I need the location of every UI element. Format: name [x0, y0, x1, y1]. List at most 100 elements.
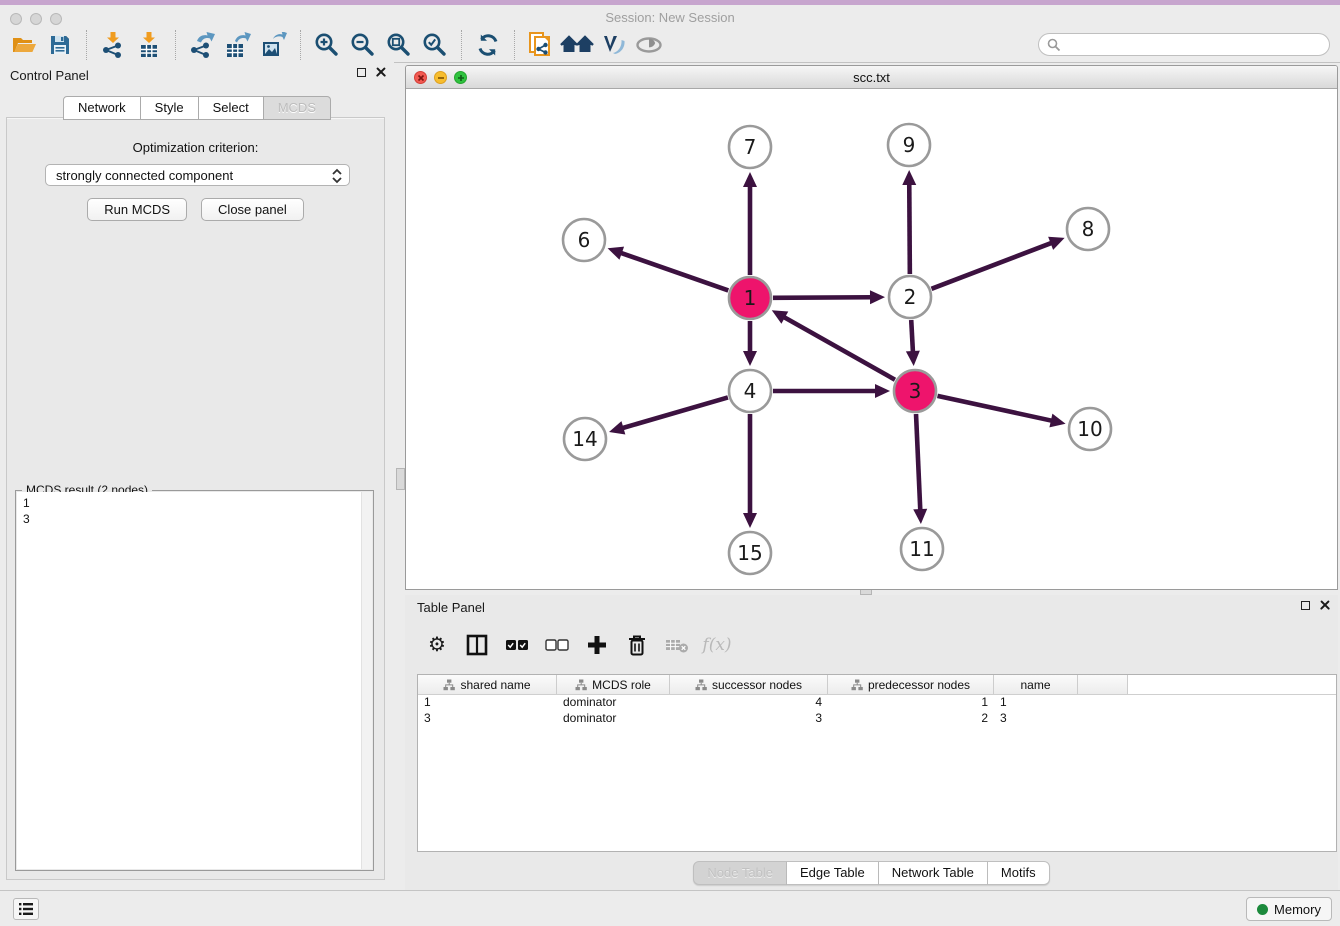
network-window-titlebar[interactable]: scc.txt	[406, 66, 1337, 89]
export-network-icon[interactable]	[184, 29, 220, 61]
table-panel-title: Table Panel	[417, 600, 485, 615]
home-layout-icon[interactable]	[559, 29, 595, 61]
graph-edge-3-11[interactable]	[916, 414, 920, 511]
clone-network-icon[interactable]	[523, 29, 559, 61]
network-view-window: scc.txt 7968124314101511	[405, 65, 1338, 590]
task-history-button[interactable]	[13, 898, 39, 920]
vertical-splitter-handle[interactable]	[396, 468, 405, 490]
node-label-15: 15	[737, 541, 762, 565]
tab-network-table[interactable]: Network Table	[879, 861, 988, 885]
cell-successor-nodes[interactable]: 3	[670, 711, 828, 727]
hide-selected-icon[interactable]	[631, 29, 667, 61]
node-label-6: 6	[578, 228, 591, 252]
column-label: successor nodes	[712, 678, 802, 692]
edge-arrowhead	[875, 384, 890, 398]
network-canvas[interactable]: 7968124314101511	[406, 89, 1337, 589]
graph-edge-1-6[interactable]	[620, 253, 728, 291]
memory-label: Memory	[1274, 902, 1321, 917]
cell-shared-name[interactable]: 3	[418, 711, 557, 727]
memory-status-icon	[1257, 904, 1268, 915]
node-label-11: 11	[909, 537, 934, 561]
graph-edge-3-10[interactable]	[937, 396, 1052, 421]
zoom-in-icon[interactable]	[309, 29, 345, 61]
export-image-icon[interactable]	[256, 29, 292, 61]
run-mcds-button[interactable]: Run MCDS	[87, 198, 187, 221]
tab-motifs[interactable]: Motifs	[988, 861, 1050, 885]
edge-arrowhead	[1049, 414, 1065, 428]
graph-edge-2-3[interactable]	[911, 320, 913, 353]
mcds-result-field: MCDS result (2 nodes) 13	[15, 490, 374, 871]
show-columns-icon[interactable]	[463, 631, 491, 659]
graph-edge-2-9[interactable]	[909, 183, 910, 274]
column-header-predecessor-nodes[interactable]: predecessor nodes	[828, 675, 994, 694]
orgchart-icon	[851, 679, 863, 691]
column-header-successor-nodes[interactable]: successor nodes	[670, 675, 828, 694]
criterion-value: strongly connected component	[56, 168, 233, 183]
control-panel-tabs: NetworkStyleSelectMCDS	[0, 96, 394, 120]
edge-arrowhead	[743, 351, 757, 366]
table-header-row: shared name MCDS role successor nodes prede…	[418, 675, 1336, 695]
zoom-selected-icon[interactable]	[417, 29, 453, 61]
mcds-result-text[interactable]: 13	[17, 492, 372, 869]
save-session-icon[interactable]	[42, 29, 78, 61]
column-header-mcds-role[interactable]: MCDS role	[557, 675, 670, 694]
float-table-panel-icon[interactable]	[1301, 601, 1310, 610]
refresh-view-icon[interactable]	[470, 29, 506, 61]
node-table[interactable]: shared name MCDS role successor nodes prede…	[417, 674, 1337, 852]
network-title: scc.txt	[406, 70, 1337, 85]
import-table-icon[interactable]	[131, 29, 167, 61]
cell-predecessor-nodes[interactable]: 1	[828, 695, 994, 711]
table-row[interactable]: 3dominator323	[418, 711, 1336, 727]
table-row[interactable]: 1dominator411	[418, 695, 1336, 711]
select-all-icon[interactable]	[503, 631, 531, 659]
application-window: Session: New Session	[0, 0, 1340, 926]
cell-name[interactable]: 1	[994, 695, 1078, 711]
tab-mcds[interactable]: MCDS	[264, 96, 331, 120]
column-label: predecessor nodes	[868, 678, 970, 692]
column-header-empty	[1078, 675, 1128, 694]
cell-mcds-role[interactable]: dominator	[557, 695, 670, 711]
delete-column-icon[interactable]	[623, 631, 651, 659]
tab-edge-table[interactable]: Edge Table	[787, 861, 879, 885]
search-field[interactable]	[1038, 33, 1330, 56]
open-session-icon[interactable]	[6, 29, 42, 61]
graph-edge-1-2[interactable]	[773, 297, 872, 298]
window-title: Session: New Session	[0, 10, 1340, 25]
deselect-all-icon[interactable]	[543, 631, 571, 659]
column-header-shared-name[interactable]: shared name	[418, 675, 557, 694]
graph-edge-2-8[interactable]	[931, 243, 1052, 289]
memory-button[interactable]: Memory	[1246, 897, 1332, 921]
graph-edge-3-1[interactable]	[783, 317, 895, 380]
table-settings-gear-icon[interactable]: ⚙	[423, 631, 451, 659]
graph-edge-4-14[interactable]	[621, 397, 727, 428]
result-line: 3	[23, 511, 366, 527]
add-column-icon[interactable]	[583, 631, 611, 659]
cell-shared-name[interactable]: 1	[418, 695, 557, 711]
result-scrollbar[interactable]	[361, 492, 372, 869]
apply-style-icon[interactable]	[595, 29, 631, 61]
close-panel-button[interactable]: Close panel	[201, 198, 304, 221]
zoom-out-icon[interactable]	[345, 29, 381, 61]
toolbar-separator	[86, 30, 87, 60]
mcds-panel: Optimization criterion: strongly connect…	[6, 117, 385, 880]
search-input[interactable]	[1061, 36, 1329, 54]
tab-network[interactable]: Network	[63, 96, 141, 120]
tab-style[interactable]: Style	[141, 96, 199, 120]
zoom-fit-icon[interactable]	[381, 29, 417, 61]
cell-successor-nodes[interactable]: 4	[670, 695, 828, 711]
cell-mcds-role[interactable]: dominator	[557, 711, 670, 727]
tab-select[interactable]: Select	[199, 96, 264, 120]
tab-node-table[interactable]: Node Table	[693, 861, 787, 885]
cell-predecessor-nodes[interactable]: 2	[828, 711, 994, 727]
close-panel-icon[interactable]	[376, 67, 386, 77]
float-panel-icon[interactable]	[357, 68, 366, 77]
criterion-select[interactable]: strongly connected component	[45, 164, 350, 186]
column-header-name[interactable]: name	[994, 675, 1078, 694]
export-table-icon[interactable]	[220, 29, 256, 61]
orgchart-icon	[695, 679, 707, 691]
column-label: shared name	[460, 678, 530, 692]
close-table-panel-icon[interactable]	[1320, 600, 1330, 610]
cell-name[interactable]: 3	[994, 711, 1078, 727]
toolbar-separator	[300, 30, 301, 60]
import-network-icon[interactable]	[95, 29, 131, 61]
